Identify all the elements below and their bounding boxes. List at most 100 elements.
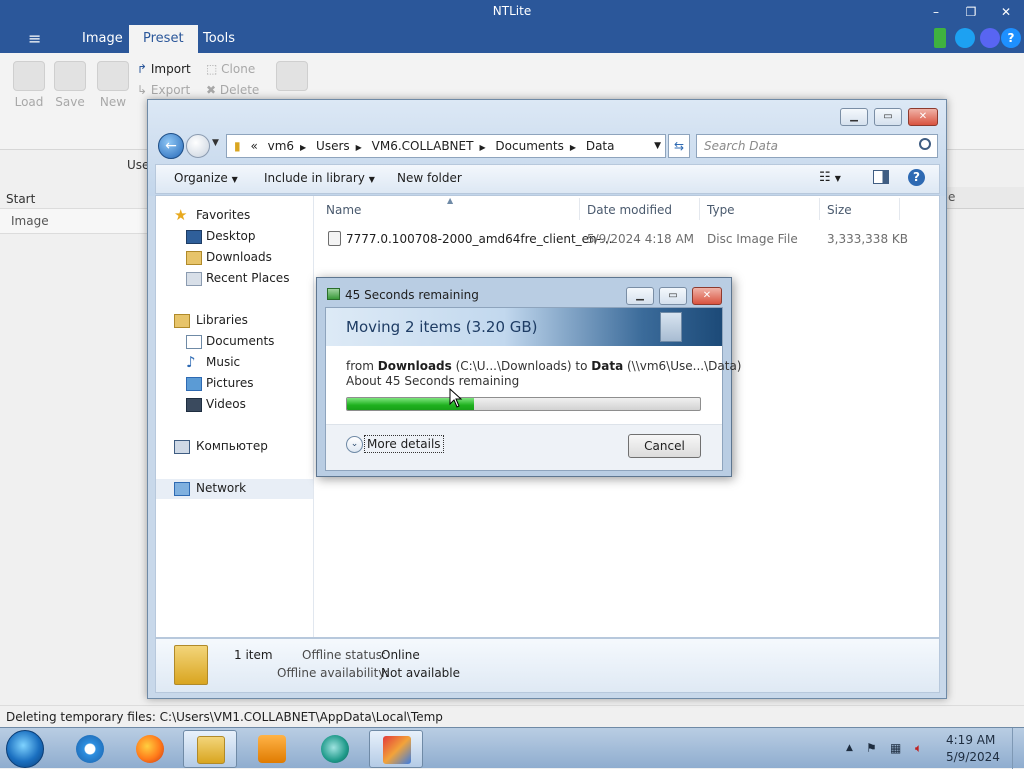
update-arrow-icon[interactable] [934,28,946,48]
column-divider[interactable] [579,198,580,220]
tab-preset[interactable]: Preset [129,25,198,53]
column-header-size[interactable]: Size [827,203,852,217]
nav-documents[interactable]: Documents [206,334,274,348]
twitter-icon[interactable] [955,28,975,48]
nav-libraries[interactable]: Libraries [196,313,248,327]
nav-desktop[interactable]: Desktop [206,229,256,243]
nav-recent-places[interactable]: Recent Places [206,271,289,285]
file-type: Disc Image File [707,232,798,246]
cancel-button[interactable]: Cancel [628,434,701,458]
new-folder-button[interactable]: New folder [397,171,462,185]
ntlite-titlebar: NTLite – ❐ ✕ [0,0,1024,25]
destination-folder-link[interactable]: Data [591,359,623,373]
taskbar-internet-explorer[interactable] [63,730,117,768]
recent-places-icon [186,272,202,286]
back-button[interactable]: ← [158,133,184,159]
address-segment[interactable]: Users [313,135,353,157]
show-hidden-icons-chevron-icon[interactable]: ▲ [846,743,853,753]
clone-button[interactable]: ⬚ Clone [206,62,255,76]
clock-time[interactable]: 4:19 AM [946,733,995,747]
refresh-button[interactable]: ⇆ [668,134,690,158]
image-list-item[interactable]: Image [11,214,49,228]
delete-button[interactable]: ✖ Delete [206,83,259,97]
search-icon[interactable] [919,138,931,150]
view-options-icon[interactable]: ☷ ▼ [819,170,841,185]
delete-icon: ✖ [206,83,217,97]
more-details-toggle[interactable]: ⌄ More details [346,435,444,453]
address-bar[interactable]: ▮ « vm6 ▶ Users ▶ VM6.COLLABNET ▶ Documents… [226,134,666,158]
volume-muted-icon[interactable]: 🔈︎ [915,741,922,756]
dialog-close-button[interactable]: ✕ [692,287,722,305]
recent-pages-dropdown[interactable]: ▼ [212,138,219,148]
explorer-minimize-button[interactable]: ▁ [840,108,868,126]
nav-network[interactable]: Network [196,481,246,495]
load-button[interactable]: Load [9,61,49,109]
file-name[interactable]: 7777.0.100708-2000_amd64fre_client_en-..… [346,232,612,246]
address-segment[interactable]: VM6.COLLABNET [369,135,477,157]
preview-pane-icon[interactable] [873,170,889,184]
show-desktop-button[interactable] [1012,728,1024,769]
chevron-right-icon[interactable]: ▶ [476,137,488,157]
source-folder-link[interactable]: Downloads [378,359,452,373]
dialog-banner: Moving 2 items (3.20 GB) [326,308,722,346]
column-divider[interactable] [819,198,820,220]
export-button[interactable]: ↳ Export [137,83,190,97]
chevron-right-icon[interactable]: ▶ [353,137,365,157]
close-button[interactable]: ✕ [996,3,1016,21]
tab-image[interactable]: Image [68,25,137,53]
import-button[interactable]: ↱ Import [137,62,191,76]
restore-button[interactable]: ❐ [961,3,981,21]
minimize-button[interactable]: – [926,3,946,21]
column-header-type[interactable]: Type [707,203,735,217]
hamburger-icon[interactable]: ≡ [14,25,55,53]
nav-downloads[interactable]: Downloads [206,250,272,264]
save-button[interactable]: Save [50,61,90,109]
nav-favorites[interactable]: Favorites [196,208,250,222]
column-header-date[interactable]: Date modified [587,203,672,217]
dropdown-arrow-icon: ▼ [231,175,238,184]
network-tray-icon[interactable]: ▦ [890,741,901,755]
dialog-maximize-button[interactable]: ▭ [659,287,687,305]
taskbar-firefox[interactable] [123,730,177,768]
nav-pictures[interactable]: Pictures [206,376,254,390]
time-remaining: About 45 Seconds remaining [346,374,520,388]
forward-button[interactable] [186,134,210,158]
address-segment[interactable]: Documents [492,135,566,157]
search-input[interactable]: Search Data [696,134,938,158]
taskbar-browser[interactable] [308,730,362,768]
sync-button[interactable] [272,61,312,95]
explorer-maximize-button[interactable]: ▭ [874,108,902,126]
column-divider[interactable] [699,198,700,220]
nav-music[interactable]: Music [206,355,240,369]
nav-computer[interactable]: Компьютер [196,439,268,453]
taskbar-file-explorer[interactable] [183,730,237,768]
help-icon[interactable]: ? [908,169,925,186]
start-button[interactable] [6,730,44,768]
organize-menu[interactable]: Organize ▼ [174,171,238,185]
explorer-close-button[interactable]: ✕ [908,108,938,126]
clock-date[interactable]: 5/9/2024 [946,750,1000,764]
import-icon: ↱ [137,62,148,76]
column-divider[interactable] [899,198,900,220]
chevron-right-icon[interactable]: ▶ [567,137,579,157]
taskbar-ntlite[interactable] [369,730,423,768]
taskbar-media-player[interactable] [245,730,299,768]
column-header-name[interactable]: Name [326,203,361,217]
desktop-icon [186,230,202,244]
action-center-flag-icon[interactable]: ⚑ [866,741,877,755]
new-button[interactable]: New [93,61,133,109]
chevron-right-icon[interactable]: ▶ [297,137,309,157]
nav-videos[interactable]: Videos [206,397,246,411]
help-icon[interactable]: ? [1001,28,1021,48]
discord-icon[interactable] [980,28,1000,48]
include-in-library-menu[interactable]: Include in library ▼ [264,171,375,185]
more-details-label[interactable]: More details [364,435,444,453]
chevron-down-icon[interactable]: ⌄ [346,435,363,453]
details-pane: 1 item Offline status: Online Offline av… [155,638,940,693]
address-segment[interactable]: Data [583,135,618,157]
address-segment[interactable]: vm6 [265,135,297,157]
address-overflow[interactable]: « [247,135,260,157]
dialog-minimize-button[interactable]: ▁ [626,287,654,305]
address-dropdown-icon[interactable]: ▼ [654,135,661,157]
tab-tools[interactable]: Tools [189,25,249,53]
